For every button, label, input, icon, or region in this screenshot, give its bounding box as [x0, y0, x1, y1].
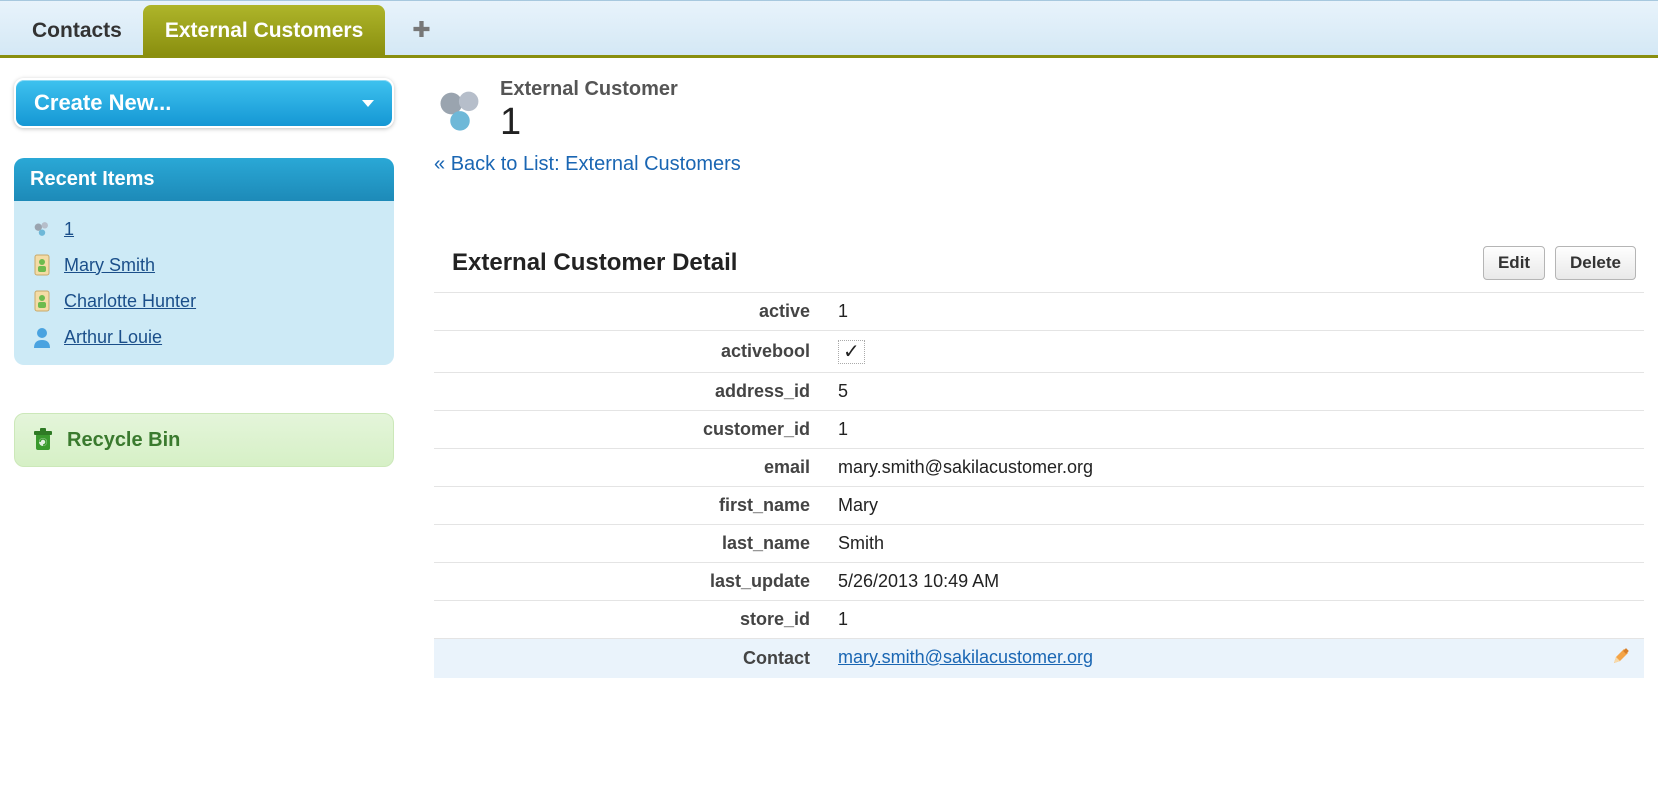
back-to-list-link[interactable]: Back to List: External Customers	[451, 153, 741, 175]
field-value: 1	[824, 601, 1644, 639]
recent-item: Arthur Louie	[26, 319, 382, 355]
field-value: mary.smith@sakilacustomer.org	[824, 639, 1644, 679]
person-icon	[30, 325, 54, 349]
plus-icon: ✚	[412, 17, 430, 42]
detail-section-title: External Customer Detail	[452, 249, 737, 277]
field-row-active: active 1	[434, 293, 1644, 331]
field-row-last-name: last_name Smith	[434, 525, 1644, 563]
recycle-bin-label: Recycle Bin	[67, 429, 180, 452]
field-label: store_id	[434, 601, 824, 639]
contact-link[interactable]: mary.smith@sakilacustomer.org	[838, 647, 1093, 667]
checkmark-icon: ✓	[838, 340, 865, 364]
detail-actions: Edit Delete	[1477, 246, 1636, 280]
recycle-bin-link[interactable]: Recycle Bin	[14, 413, 394, 467]
field-row-first-name: first_name Mary	[434, 487, 1644, 525]
field-value: Smith	[824, 525, 1644, 563]
field-row-contact: Contact mary.smith@sakilacustomer.org	[434, 639, 1644, 679]
field-label: last_name	[434, 525, 824, 563]
field-value: 1	[824, 411, 1644, 449]
field-row-customer-id: customer_id 1	[434, 411, 1644, 449]
contact-icon	[30, 253, 54, 277]
recent-item: Mary Smith	[26, 247, 382, 283]
field-label: address_id	[434, 373, 824, 411]
back-link-row: « Back to List: External Customers	[434, 153, 1644, 176]
record-type-label: External Customer	[500, 78, 678, 101]
create-new-button[interactable]: Create New...	[14, 78, 394, 128]
field-label: activebool	[434, 331, 824, 373]
create-new-label: Create New...	[34, 90, 171, 116]
field-value: mary.smith@sakilacustomer.org	[824, 449, 1644, 487]
field-value: 5/26/2013 10:49 AM	[824, 563, 1644, 601]
detail-table: active 1 activebool ✓ address_id 5 custo…	[434, 292, 1644, 678]
field-label: customer_id	[434, 411, 824, 449]
contact-icon	[30, 289, 54, 313]
recent-item-link[interactable]: Mary Smith	[64, 255, 155, 276]
pencil-icon	[1612, 649, 1630, 669]
delete-button[interactable]: Delete	[1555, 246, 1636, 280]
trash-icon	[31, 428, 55, 452]
recent-item-link[interactable]: Charlotte Hunter	[64, 291, 196, 312]
field-row-store-id: store_id 1	[434, 601, 1644, 639]
record-header: External Customer 1	[434, 78, 1644, 141]
record-title: 1	[500, 103, 678, 141]
recent-item: Charlotte Hunter	[26, 283, 382, 319]
dropdown-caret-icon	[362, 100, 374, 107]
field-value: 5	[824, 373, 1644, 411]
recent-item-link[interactable]: 1	[64, 219, 74, 240]
field-value: ✓	[824, 331, 1644, 373]
field-label: Contact	[434, 639, 824, 679]
tab-contacts[interactable]: Contacts	[10, 5, 144, 55]
field-label: email	[434, 449, 824, 487]
recent-item: 1	[26, 211, 382, 247]
field-row-email: email mary.smith@sakilacustomer.org	[434, 449, 1644, 487]
field-row-activebool: activebool ✓	[434, 331, 1644, 373]
field-row-address-id: address_id 5	[434, 373, 1644, 411]
tab-bar: Contacts External Customers ✚	[0, 0, 1658, 58]
field-label: first_name	[434, 487, 824, 525]
recent-item-link[interactable]: Arthur Louie	[64, 327, 162, 348]
recent-items-header: Recent Items	[14, 158, 394, 201]
field-row-last-update: last_update 5/26/2013 10:49 AM	[434, 563, 1644, 601]
add-tab-button[interactable]: ✚	[394, 5, 448, 55]
edit-inline-button[interactable]	[1612, 647, 1630, 670]
field-label: last_update	[434, 563, 824, 601]
back-chevron: «	[434, 153, 451, 175]
record-type-icon	[434, 84, 486, 136]
recent-items-panel: Recent Items 1 Mary Smith	[14, 158, 394, 365]
tab-external-customers[interactable]: External Customers	[143, 5, 385, 55]
field-value: Mary	[824, 487, 1644, 525]
edit-button[interactable]: Edit	[1483, 246, 1545, 280]
gears-icon	[30, 217, 54, 241]
field-label: active	[434, 293, 824, 331]
field-value: 1	[824, 293, 1644, 331]
